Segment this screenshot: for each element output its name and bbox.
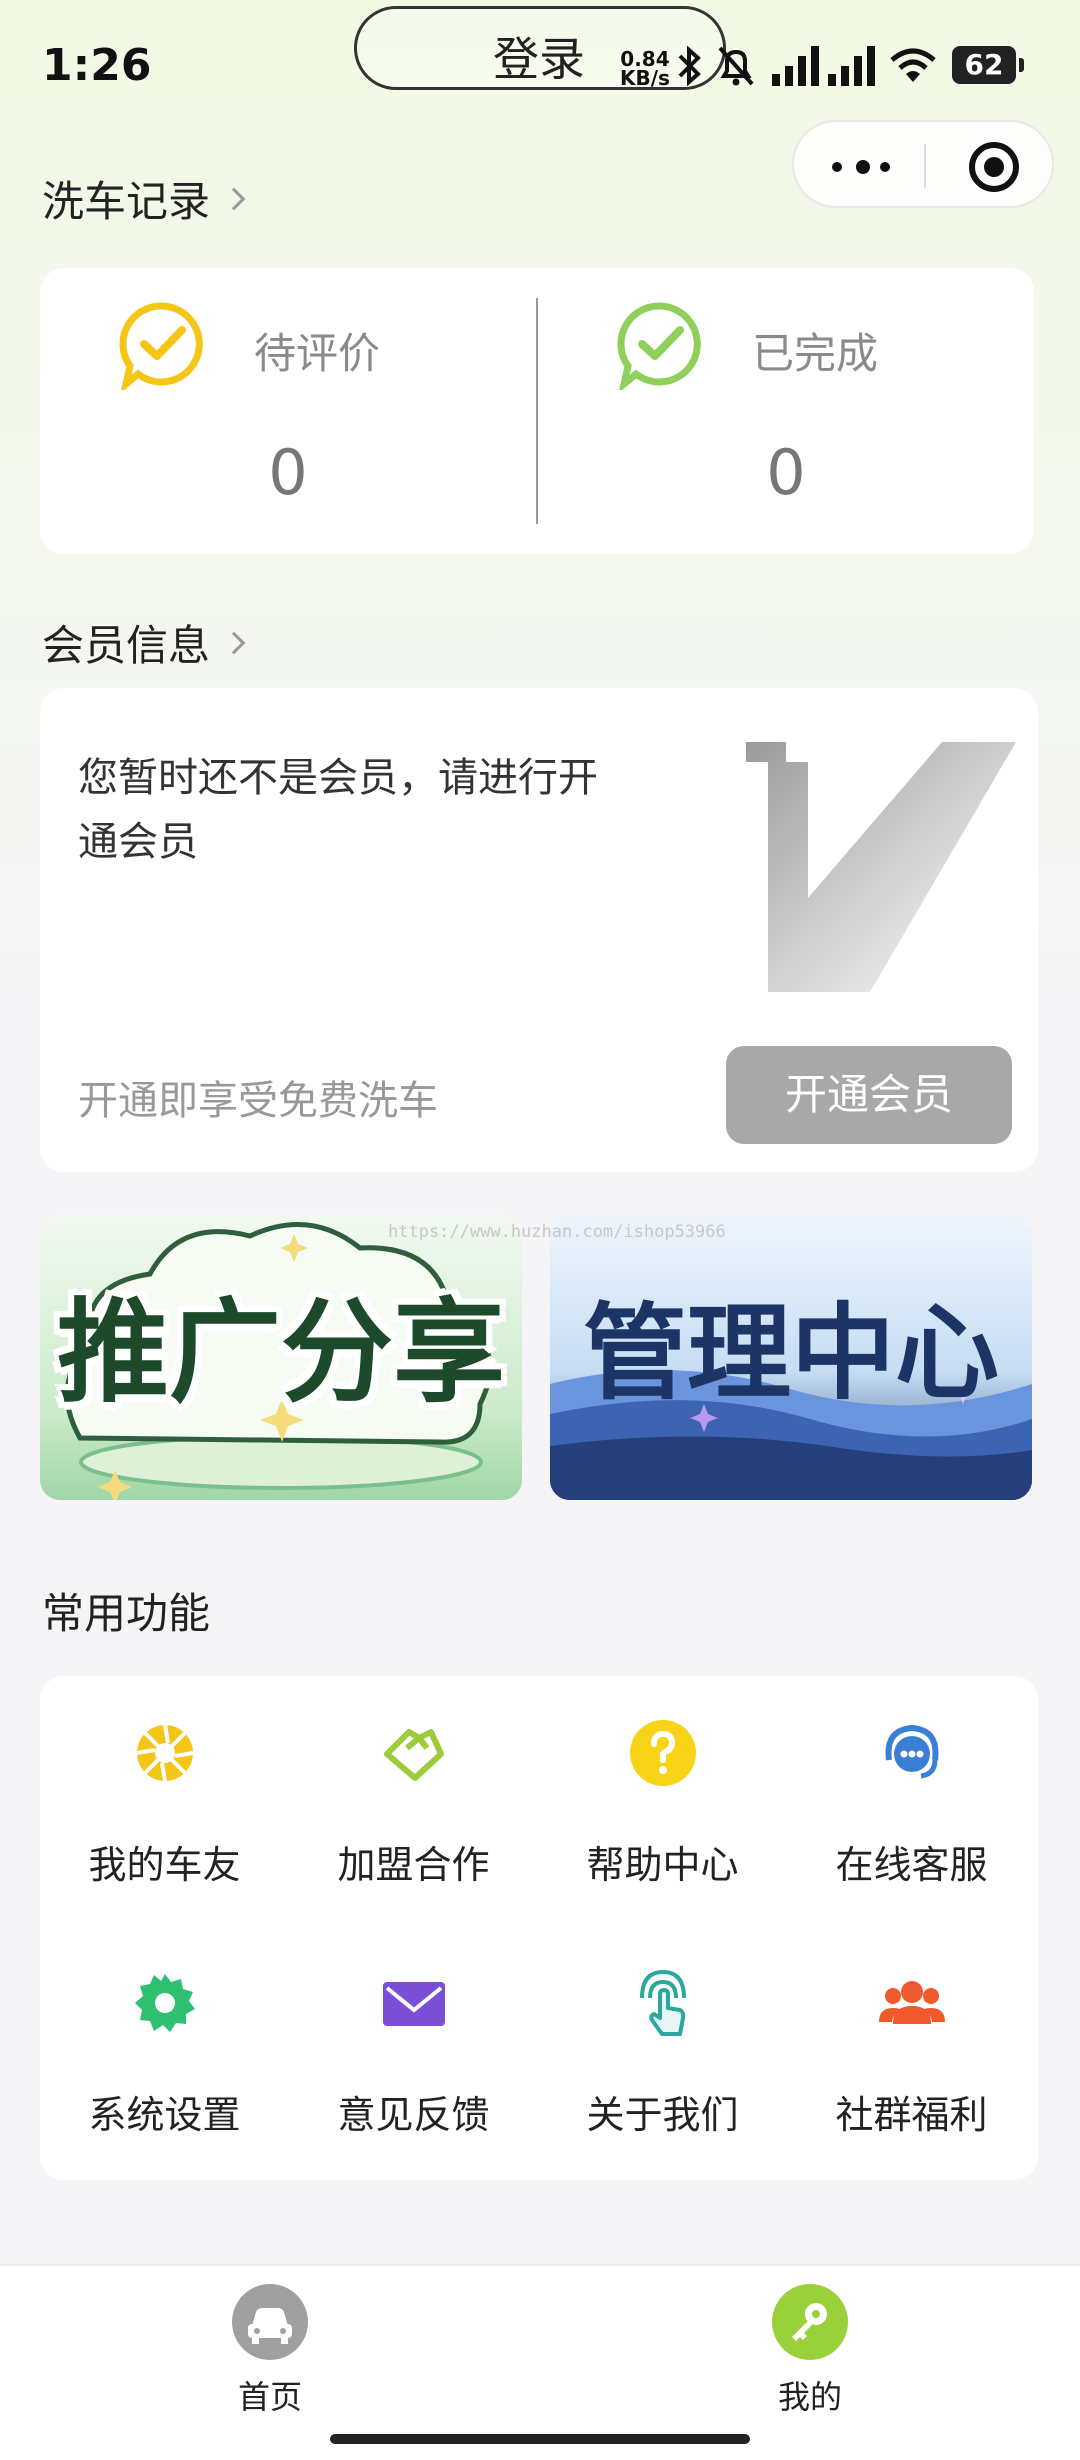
group-icon	[879, 1981, 945, 2024]
key-icon-svg	[792, 2303, 827, 2341]
pending-review-stat[interactable]: 待评价 0	[40, 268, 536, 554]
miniprogram-capsule	[792, 120, 1054, 208]
bottom-tab-bar: 首页 我的	[0, 2264, 1080, 2460]
mail-icon	[383, 1982, 445, 2026]
func-system-settings[interactable]: 系统设置	[40, 1926, 289, 2176]
admin-center-title: 管理中心	[582, 1292, 999, 1414]
promo-share-title: 推广分享	[57, 1288, 505, 1418]
member-benefit: 开通即享受免费洗车	[78, 1078, 438, 1124]
handshake-icon	[384, 1729, 444, 1781]
func-label: 加盟合作	[337, 1843, 490, 1887]
func-label: 我的车友	[88, 1843, 241, 1887]
common-functions-card: 我的车友 加盟合作 帮助中心 在线客服 系统设置 意见反馈 关于我们 社群福利	[40, 1676, 1038, 2180]
status-bar: 1:26 登录 0.84 KB/s 62	[0, 0, 1080, 130]
help-icon	[630, 1720, 696, 1786]
close-miniprogram-icon[interactable]	[969, 142, 1019, 192]
check-bubble-icon	[617, 302, 701, 390]
func-about-us[interactable]: 关于我们	[538, 1926, 787, 2176]
login-label: 登录	[493, 32, 585, 86]
promo-share-banner[interactable]: 推广分享	[40, 1214, 522, 1500]
tab-home-label: 首页	[237, 2378, 302, 2416]
func-label: 社群福利	[835, 2093, 988, 2137]
func-online-service[interactable]: 在线客服	[787, 1676, 1036, 1926]
pending-review-count: 0	[268, 436, 308, 509]
vip-v-logo	[746, 742, 1016, 992]
battery-indicator: 62	[952, 46, 1024, 84]
bluetooth-icon	[678, 46, 701, 86]
chevron-right-icon	[222, 631, 246, 654]
common-functions-title: 常用功能	[42, 1589, 211, 1638]
open-membership-button[interactable]: 开通会员	[726, 1046, 1012, 1144]
more-icon[interactable]	[832, 160, 890, 174]
car-icon-svg	[248, 2308, 292, 2344]
func-community-benefits[interactable]: 社群福利	[787, 1926, 1036, 2176]
func-label: 意见反馈	[337, 2093, 490, 2137]
gear-icon	[135, 1974, 195, 2032]
watermark-text: https://www.huzhan.com/ishop53966	[388, 1222, 726, 1242]
chevron-right-icon	[222, 187, 246, 210]
signal-icon-2	[828, 46, 875, 86]
func-label: 在线客服	[835, 1843, 988, 1887]
func-label: 关于我们	[586, 2093, 739, 2137]
member-notice: 您暂时还不是会员，请进行开通会员	[78, 755, 598, 865]
tab-home[interactable]: 首页	[170, 2280, 370, 2416]
func-label: 帮助中心	[586, 1843, 739, 1887]
member-card: 您暂时还不是会员，请进行开通会员 开通即享受免费洗车 开通会员	[40, 688, 1038, 1172]
check-bubble-icon	[119, 302, 203, 390]
wifi-icon	[890, 48, 936, 82]
capsule-divider	[924, 144, 926, 188]
func-my-car-friends[interactable]: 我的车友	[40, 1676, 289, 1926]
completed-count: 0	[766, 436, 806, 509]
func-help-center[interactable]: 帮助中心	[538, 1676, 787, 1926]
car-icon	[232, 2284, 308, 2360]
common-functions-header: 常用功能	[42, 1580, 210, 1641]
wash-records-card: 待评价 0 已完成 0	[40, 268, 1034, 554]
completed-label: 已完成	[752, 329, 879, 378]
wash-records-title: 洗车记录	[42, 177, 211, 226]
completed-stat[interactable]: 已完成 0	[538, 268, 1034, 554]
member-info-header[interactable]: 会员信息	[42, 612, 246, 673]
status-time: 1:26	[42, 40, 152, 91]
touch-icon	[640, 1969, 686, 2036]
home-indicator	[330, 2434, 750, 2444]
admin-center-banner[interactable]: 管理中心	[550, 1214, 1032, 1500]
wash-records-header[interactable]: 洗车记录	[42, 168, 246, 229]
headset-icon	[885, 1724, 939, 1779]
pending-review-label: 待评价	[254, 329, 381, 378]
member-info-title: 会员信息	[42, 621, 211, 670]
status-icons: 62	[676, 42, 1056, 92]
signal-icon	[772, 46, 819, 86]
tab-mine[interactable]: 我的	[710, 2280, 910, 2416]
login-button[interactable]: 登录	[354, 6, 726, 90]
func-label: 系统设置	[88, 2093, 241, 2137]
key-icon	[772, 2284, 848, 2360]
net-speed: 0.84 KB/s	[620, 47, 670, 90]
func-feedback[interactable]: 意见反馈	[289, 1926, 538, 2176]
func-franchise[interactable]: 加盟合作	[289, 1676, 538, 1926]
aperture-icon	[136, 1724, 194, 1782]
tab-mine-label: 我的	[777, 2378, 842, 2416]
mute-bell-icon	[718, 46, 754, 86]
